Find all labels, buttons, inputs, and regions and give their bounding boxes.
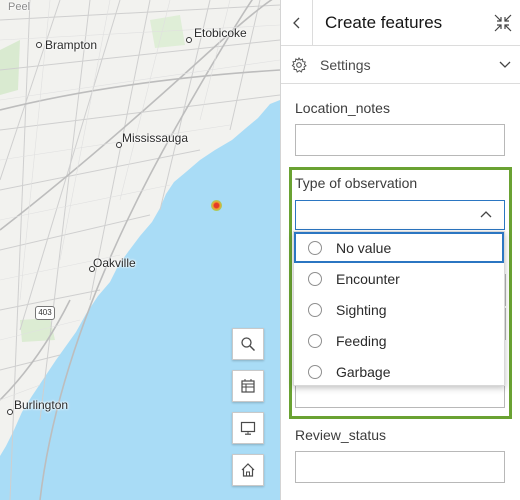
- option-encounter[interactable]: Encounter: [294, 263, 504, 294]
- radio-button[interactable]: [308, 271, 322, 286]
- observation-point-marker[interactable]: [211, 200, 222, 211]
- back-button[interactable]: [281, 0, 313, 46]
- option-label: Feeding: [336, 332, 387, 349]
- table-icon: [241, 379, 255, 393]
- minimize-icon: [494, 14, 512, 31]
- screen-button[interactable]: [232, 412, 264, 444]
- panel-header: Create features: [281, 0, 520, 46]
- panel-title: Create features: [325, 12, 443, 32]
- radio-button[interactable]: [308, 333, 322, 348]
- settings-label: Settings: [320, 56, 371, 73]
- radio-button[interactable]: [308, 364, 322, 379]
- map-label-oakville: Oakville: [93, 256, 136, 270]
- search-icon: [241, 337, 256, 352]
- create-features-panel: Create features Settings Location_notes: [280, 0, 520, 500]
- collapse-button[interactable]: [486, 0, 520, 46]
- home-button[interactable]: [232, 454, 264, 486]
- location-notes-label: Location_notes: [295, 100, 390, 116]
- map-label-peel: Peel: [8, 1, 31, 13]
- option-feeding[interactable]: Feeding: [294, 325, 504, 356]
- option-garbage[interactable]: Garbage: [294, 356, 504, 387]
- screen-icon: [240, 421, 256, 435]
- option-sighting[interactable]: Sighting: [294, 294, 504, 325]
- radio-button[interactable]: [308, 302, 322, 317]
- observation-dropdown: No value Encounter Sighting Feeding Garb…: [293, 231, 505, 386]
- map-label-etobicoke: Etobicoke: [194, 26, 247, 40]
- city-marker: [7, 409, 13, 415]
- city-marker: [186, 37, 192, 43]
- chevron-up-icon: [480, 211, 492, 218]
- map-view[interactable]: Peel Brampton Etobicoke Mississauga Oakv…: [0, 0, 280, 500]
- chevron-left-icon: [292, 17, 299, 28]
- city-marker: [36, 42, 42, 48]
- type-of-observation-label: Type of observation: [295, 175, 418, 191]
- search-button[interactable]: [232, 328, 264, 360]
- review-status-input[interactable]: [295, 451, 505, 483]
- table-button[interactable]: [232, 370, 264, 402]
- map-toolbar: [232, 328, 264, 496]
- home-icon: [241, 463, 255, 477]
- settings-toggle[interactable]: Settings: [281, 46, 520, 84]
- option-no-value[interactable]: No value: [294, 232, 504, 263]
- radio-button[interactable]: [308, 240, 322, 255]
- option-label: No value: [336, 239, 392, 256]
- option-label: Garbage: [336, 363, 391, 380]
- type-of-observation-select[interactable]: [295, 200, 505, 230]
- location-notes-input[interactable]: [295, 124, 505, 156]
- option-label: Sighting: [336, 301, 387, 318]
- map-label-brampton: Brampton: [45, 38, 98, 52]
- map-label-mississauga: Mississauga: [122, 131, 189, 145]
- chevron-down-icon: [499, 61, 511, 68]
- gear-icon: [291, 56, 307, 73]
- highway-shield: 403: [35, 306, 55, 320]
- review-status-label: Review_status: [295, 427, 387, 443]
- map-label-burlington: Burlington: [14, 398, 69, 412]
- option-label: Encounter: [336, 270, 400, 287]
